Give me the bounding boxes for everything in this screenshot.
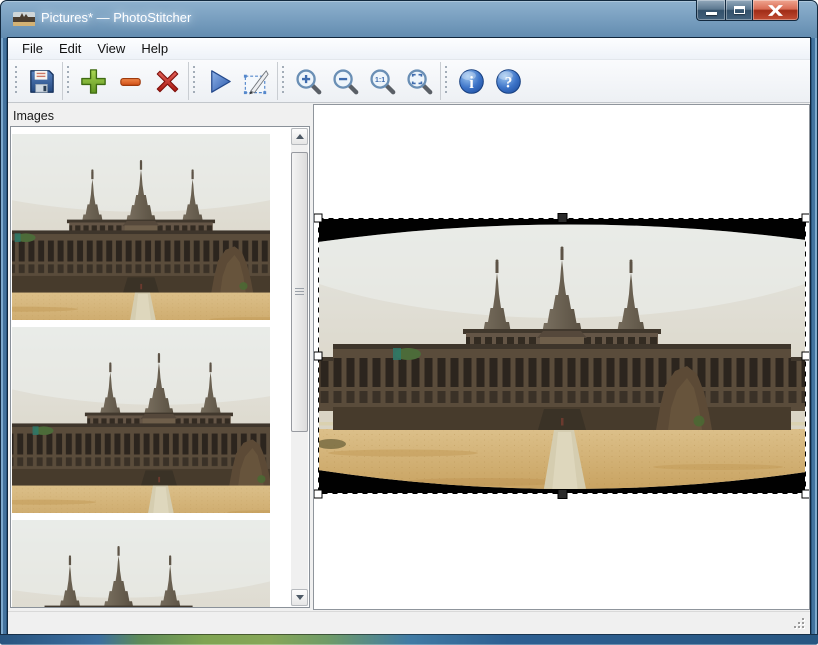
add-images-button[interactable]	[75, 62, 112, 100]
menu-bar: File Edit View Help	[8, 38, 810, 59]
scrollbar-thumb[interactable]	[291, 152, 308, 432]
magnifier-plus-icon	[293, 66, 324, 97]
scroll-down-button[interactable]	[291, 589, 308, 606]
stitch-button[interactable]	[201, 62, 238, 100]
status-bar	[8, 611, 810, 634]
svg-text:1:1: 1:1	[375, 76, 385, 83]
crop-button[interactable]	[238, 62, 275, 100]
image-thumbnail-2[interactable]	[12, 327, 270, 513]
magnifier-1to1-icon: 1:1	[367, 66, 398, 97]
panorama-app-icon	[13, 12, 35, 26]
crop-selection[interactable]	[318, 218, 806, 494]
crop-handle-bottom-center[interactable]	[558, 490, 567, 499]
toolbar-separator	[277, 62, 278, 100]
maximize-button[interactable]	[725, 0, 753, 21]
window-frame-left	[0, 38, 8, 645]
maximize-icon	[734, 6, 745, 14]
arrow-down-icon	[296, 595, 304, 600]
toolbar-gripper[interactable]	[282, 66, 285, 96]
svg-text:i: i	[469, 72, 474, 91]
help-button[interactable]: ?	[490, 62, 527, 100]
crop-handle-middle-left[interactable]	[314, 352, 322, 360]
thumbnail-scrollbar[interactable]	[291, 128, 308, 606]
menu-view[interactable]: View	[89, 38, 133, 59]
zoom-actual-size-button[interactable]: 1:1	[364, 62, 401, 100]
about-button[interactable]: i	[453, 62, 490, 100]
scrollbar-grip-icon	[295, 288, 304, 296]
orange-minus-icon	[115, 66, 146, 97]
zoom-out-button[interactable]	[327, 62, 364, 100]
minimize-button[interactable]	[696, 0, 725, 21]
question-sphere-icon: ?	[493, 66, 524, 97]
window-frame-right	[810, 38, 818, 645]
menu-help[interactable]: Help	[133, 38, 176, 59]
menu-file[interactable]: File	[14, 38, 51, 59]
image-thumbnail-1[interactable]	[12, 134, 270, 320]
crop-pen-icon	[241, 66, 272, 97]
green-plus-icon	[78, 66, 109, 97]
zoom-fit-button[interactable]	[401, 62, 438, 100]
toolbar-gripper[interactable]	[15, 66, 18, 96]
toolbar: 1:1 i	[8, 59, 810, 103]
red-cross-icon	[152, 66, 183, 97]
minimize-icon	[706, 12, 717, 15]
close-button[interactable]	[753, 0, 799, 21]
crop-handle-middle-right[interactable]	[802, 352, 810, 360]
window-title: Pictures* — PhotoStitcher	[41, 0, 191, 38]
title-bar: Pictures* — PhotoStitcher	[0, 0, 818, 38]
stitched-panorama	[318, 218, 806, 494]
scroll-up-button[interactable]	[291, 128, 308, 145]
magnifier-minus-icon	[330, 66, 361, 97]
toolbar-separator	[62, 62, 63, 100]
remove-all-button[interactable]	[149, 62, 186, 100]
arrow-up-icon	[296, 134, 304, 139]
toolbar-separator	[188, 62, 189, 100]
images-panel-title: Images	[10, 106, 310, 126]
toolbar-gripper[interactable]	[67, 66, 70, 96]
crop-handle-top-center[interactable]	[558, 214, 567, 223]
info-sphere-icon: i	[456, 66, 487, 97]
svg-text:?: ?	[505, 74, 513, 91]
save-floppy-icon	[26, 66, 57, 97]
toolbar-gripper[interactable]	[193, 66, 196, 96]
toolbar-gripper[interactable]	[445, 66, 448, 96]
client-area: File Edit View Help	[8, 38, 810, 634]
panorama-view[interactable]	[313, 104, 810, 610]
menu-edit[interactable]: Edit	[51, 38, 89, 59]
zoom-in-button[interactable]	[290, 62, 327, 100]
magnifier-fit-icon	[404, 66, 435, 97]
crop-handle-bottom-right[interactable]	[802, 490, 810, 498]
save-button[interactable]	[23, 62, 60, 100]
image-thumbnail-3[interactable]	[12, 520, 270, 608]
crop-handle-top-left[interactable]	[314, 214, 322, 222]
window-controls	[696, 0, 799, 21]
crop-handle-top-right[interactable]	[802, 214, 810, 222]
crop-handle-bottom-left[interactable]	[314, 490, 322, 498]
window-frame-bottom	[0, 634, 818, 645]
resize-grip[interactable]	[794, 618, 807, 631]
remove-image-button[interactable]	[112, 62, 149, 100]
application-window: Pictures* — PhotoStitcher File Edit View…	[0, 0, 818, 645]
toolbar-separator	[440, 62, 441, 100]
blue-play-icon	[204, 66, 235, 97]
close-icon	[768, 5, 783, 16]
image-thumbnail-list	[10, 126, 310, 608]
